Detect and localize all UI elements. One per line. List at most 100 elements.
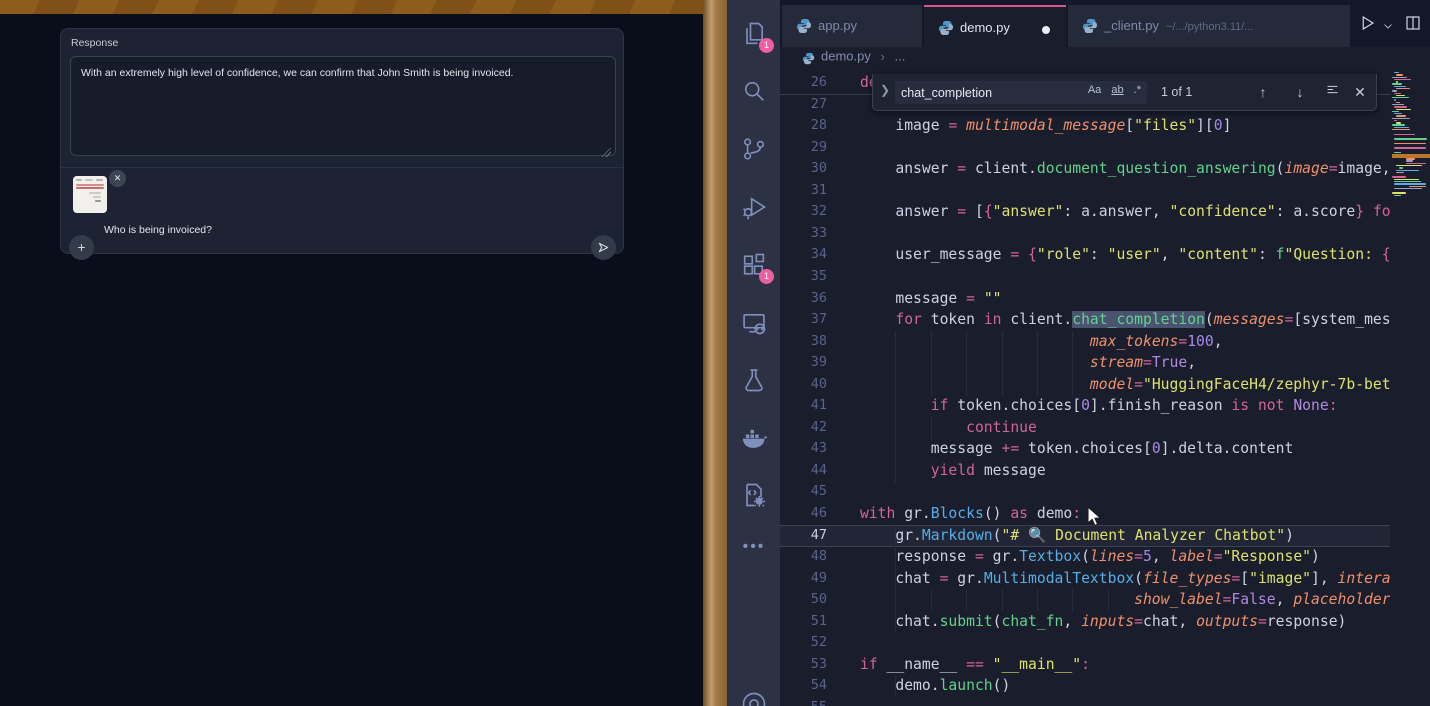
breadcrumb[interactable]: demo.py › ... (780, 47, 1430, 72)
indent-guide (895, 374, 896, 396)
code-line-49[interactable]: 49 chat = gr.MultimodalTextbox(file_type… (780, 568, 1390, 590)
indent-guide (895, 417, 896, 439)
modified-dot[interactable] (1042, 26, 1050, 34)
line-number: 45 (780, 481, 827, 503)
split-editor-icon[interactable] (1404, 14, 1422, 32)
minimap-line (1396, 74, 1403, 75)
breadcrumb-file[interactable]: demo.py (821, 49, 871, 64)
chat-input-text[interactable]: Who is being invoiced? (104, 224, 212, 236)
code-line-34[interactable]: 34 user_message = {"role": "user", "cont… (780, 244, 1390, 266)
minimap-line (1399, 167, 1403, 168)
line-number: 36 (780, 288, 827, 310)
line-number: 29 (780, 137, 827, 159)
code-line-35[interactable]: 35 (780, 266, 1390, 288)
regex-toggle[interactable]: .* (1134, 84, 1141, 96)
code-line-50[interactable]: 50 show_label=False, placeholder= (780, 589, 1390, 611)
code-line-29[interactable]: 29 (780, 137, 1390, 159)
testing-flask-icon[interactable] (740, 366, 768, 394)
indent-guide (1037, 352, 1038, 374)
find-expand-chevron-icon[interactable]: ❯ (880, 83, 890, 97)
extensions-icon[interactable]: 1 (740, 251, 768, 279)
find-input[interactable] (899, 82, 1063, 104)
python-file-icon (802, 52, 815, 65)
find-previous-icon[interactable]: ↑ (1253, 82, 1273, 102)
code-line-30[interactable]: 30 answer = client.document_question_ans… (780, 158, 1390, 180)
indent-guide (895, 331, 896, 353)
code-line-40[interactable]: 40 model="HuggingFaceH4/zephyr-7b-beta (780, 374, 1390, 396)
code-line-36[interactable]: 36 message = "" (780, 288, 1390, 310)
cmake-tools-icon[interactable] (740, 481, 768, 509)
find-next-icon[interactable]: ↓ (1290, 82, 1310, 102)
code-line-52[interactable]: 52 (780, 632, 1390, 654)
indent-guide (1002, 589, 1003, 611)
minimap-line (1396, 165, 1421, 166)
code-line-45[interactable]: 45 (780, 481, 1390, 503)
run-dropdown-chevron-icon[interactable] (1382, 20, 1394, 32)
code-line-53[interactable]: 53if __name__ == "__main__": (780, 654, 1390, 676)
code-line-33[interactable]: 33 (780, 223, 1390, 245)
indent-guide (895, 611, 896, 633)
code-editor[interactable]: 26def chat_fn(multimodal_message):2728 i… (780, 72, 1430, 706)
find-close-icon[interactable]: ✕ (1350, 82, 1370, 102)
minimap-line (1394, 79, 1411, 80)
indent-guide (931, 331, 932, 353)
indent-guide (895, 352, 896, 374)
editor-tab-bar: app.py demo.py _client.py~/.../python3.1… (780, 0, 1430, 47)
code-line-32[interactable]: 32 answer = [{"answer": a.answer, "confi… (780, 201, 1390, 223)
invoice-thumbnail[interactable] (73, 176, 107, 213)
indent-guide (1002, 374, 1003, 396)
find-in-selection-icon[interactable] (1322, 82, 1342, 102)
tab-app-py[interactable]: app.py (782, 5, 922, 47)
code-line-44[interactable]: 44 yield message (780, 460, 1390, 482)
thumbnail-close-icon[interactable]: ✕ (109, 170, 126, 187)
run-button[interactable] (1358, 14, 1376, 32)
breadcrumb-more[interactable]: ... (894, 49, 905, 64)
indent-guide (1072, 589, 1073, 611)
code-line-51[interactable]: 51 chat.submit(chat_fn, inputs=chat, out… (780, 611, 1390, 633)
attach-file-button[interactable]: + (69, 235, 94, 260)
minimap[interactable] (1392, 72, 1430, 706)
code-line-42[interactable]: 42 continue (780, 417, 1390, 439)
source-control-icon[interactable] (740, 135, 768, 163)
minimap-line (1392, 83, 1402, 84)
send-button[interactable] (591, 235, 616, 260)
docker-icon[interactable] (740, 424, 768, 452)
whole-word-toggle[interactable]: ab (1111, 84, 1123, 96)
indent-guide (1037, 589, 1038, 611)
code-line-54[interactable]: 54 demo.launch() (780, 675, 1390, 697)
code-line-55[interactable]: 55 (780, 697, 1390, 706)
minimap-line (1396, 115, 1406, 116)
line-number: 31 (780, 180, 827, 202)
line-number: 49 (780, 568, 827, 590)
more-views-icon[interactable]: ••• (740, 538, 768, 566)
explorer-icon[interactable]: 1 (740, 20, 768, 48)
line-number: 38 (780, 331, 827, 353)
remote-explorer-icon[interactable] (740, 309, 768, 337)
code-line-37[interactable]: 37 for token in client.chat_completion(m… (780, 309, 1390, 331)
code-line-31[interactable]: 31 (780, 180, 1390, 202)
window-divider-sash[interactable] (703, 0, 727, 706)
code-line-43[interactable]: 43 message += token.choices[0].delta.con… (780, 438, 1390, 460)
minimap-line (1394, 188, 1422, 189)
minimap-line (1392, 111, 1399, 112)
line-number: 41 (780, 395, 827, 417)
minimap-line (1406, 158, 1414, 159)
code-line-48[interactable]: 48 response = gr.Textbox(lines=5, label=… (780, 546, 1390, 568)
code-lines: 26def chat_fn(multimodal_message):2728 i… (780, 72, 1390, 706)
search-icon[interactable] (740, 77, 768, 105)
textarea-resize-handle[interactable] (602, 148, 611, 157)
code-line-41[interactable]: 41 if token.choices[0].finish_reason is … (780, 395, 1390, 417)
tab-client-py[interactable]: _client.py~/.../python3.11/... (1068, 5, 1350, 47)
match-case-toggle[interactable]: Aa (1088, 84, 1101, 96)
code-line-38[interactable]: 38 max_tokens=100, (780, 331, 1390, 353)
code-line-28[interactable]: 28 image = multimodal_message["files"][0… (780, 115, 1390, 137)
code-line-39[interactable]: 39 stream=True, (780, 352, 1390, 374)
code-line-47[interactable]: 47 gr.Markdown("# 🔍 Document Analyzer Ch… (780, 525, 1390, 547)
minimap-line (1396, 122, 1401, 123)
account-icon[interactable] (740, 690, 768, 706)
code-line-46[interactable]: 46with gr.Blocks() as demo: (780, 503, 1390, 525)
run-debug-icon[interactable] (740, 193, 768, 221)
tab-demo-py[interactable]: demo.py (924, 5, 1066, 47)
indent-guide (931, 352, 932, 374)
response-textarea[interactable]: With an extremely high level of confiden… (70, 56, 616, 156)
